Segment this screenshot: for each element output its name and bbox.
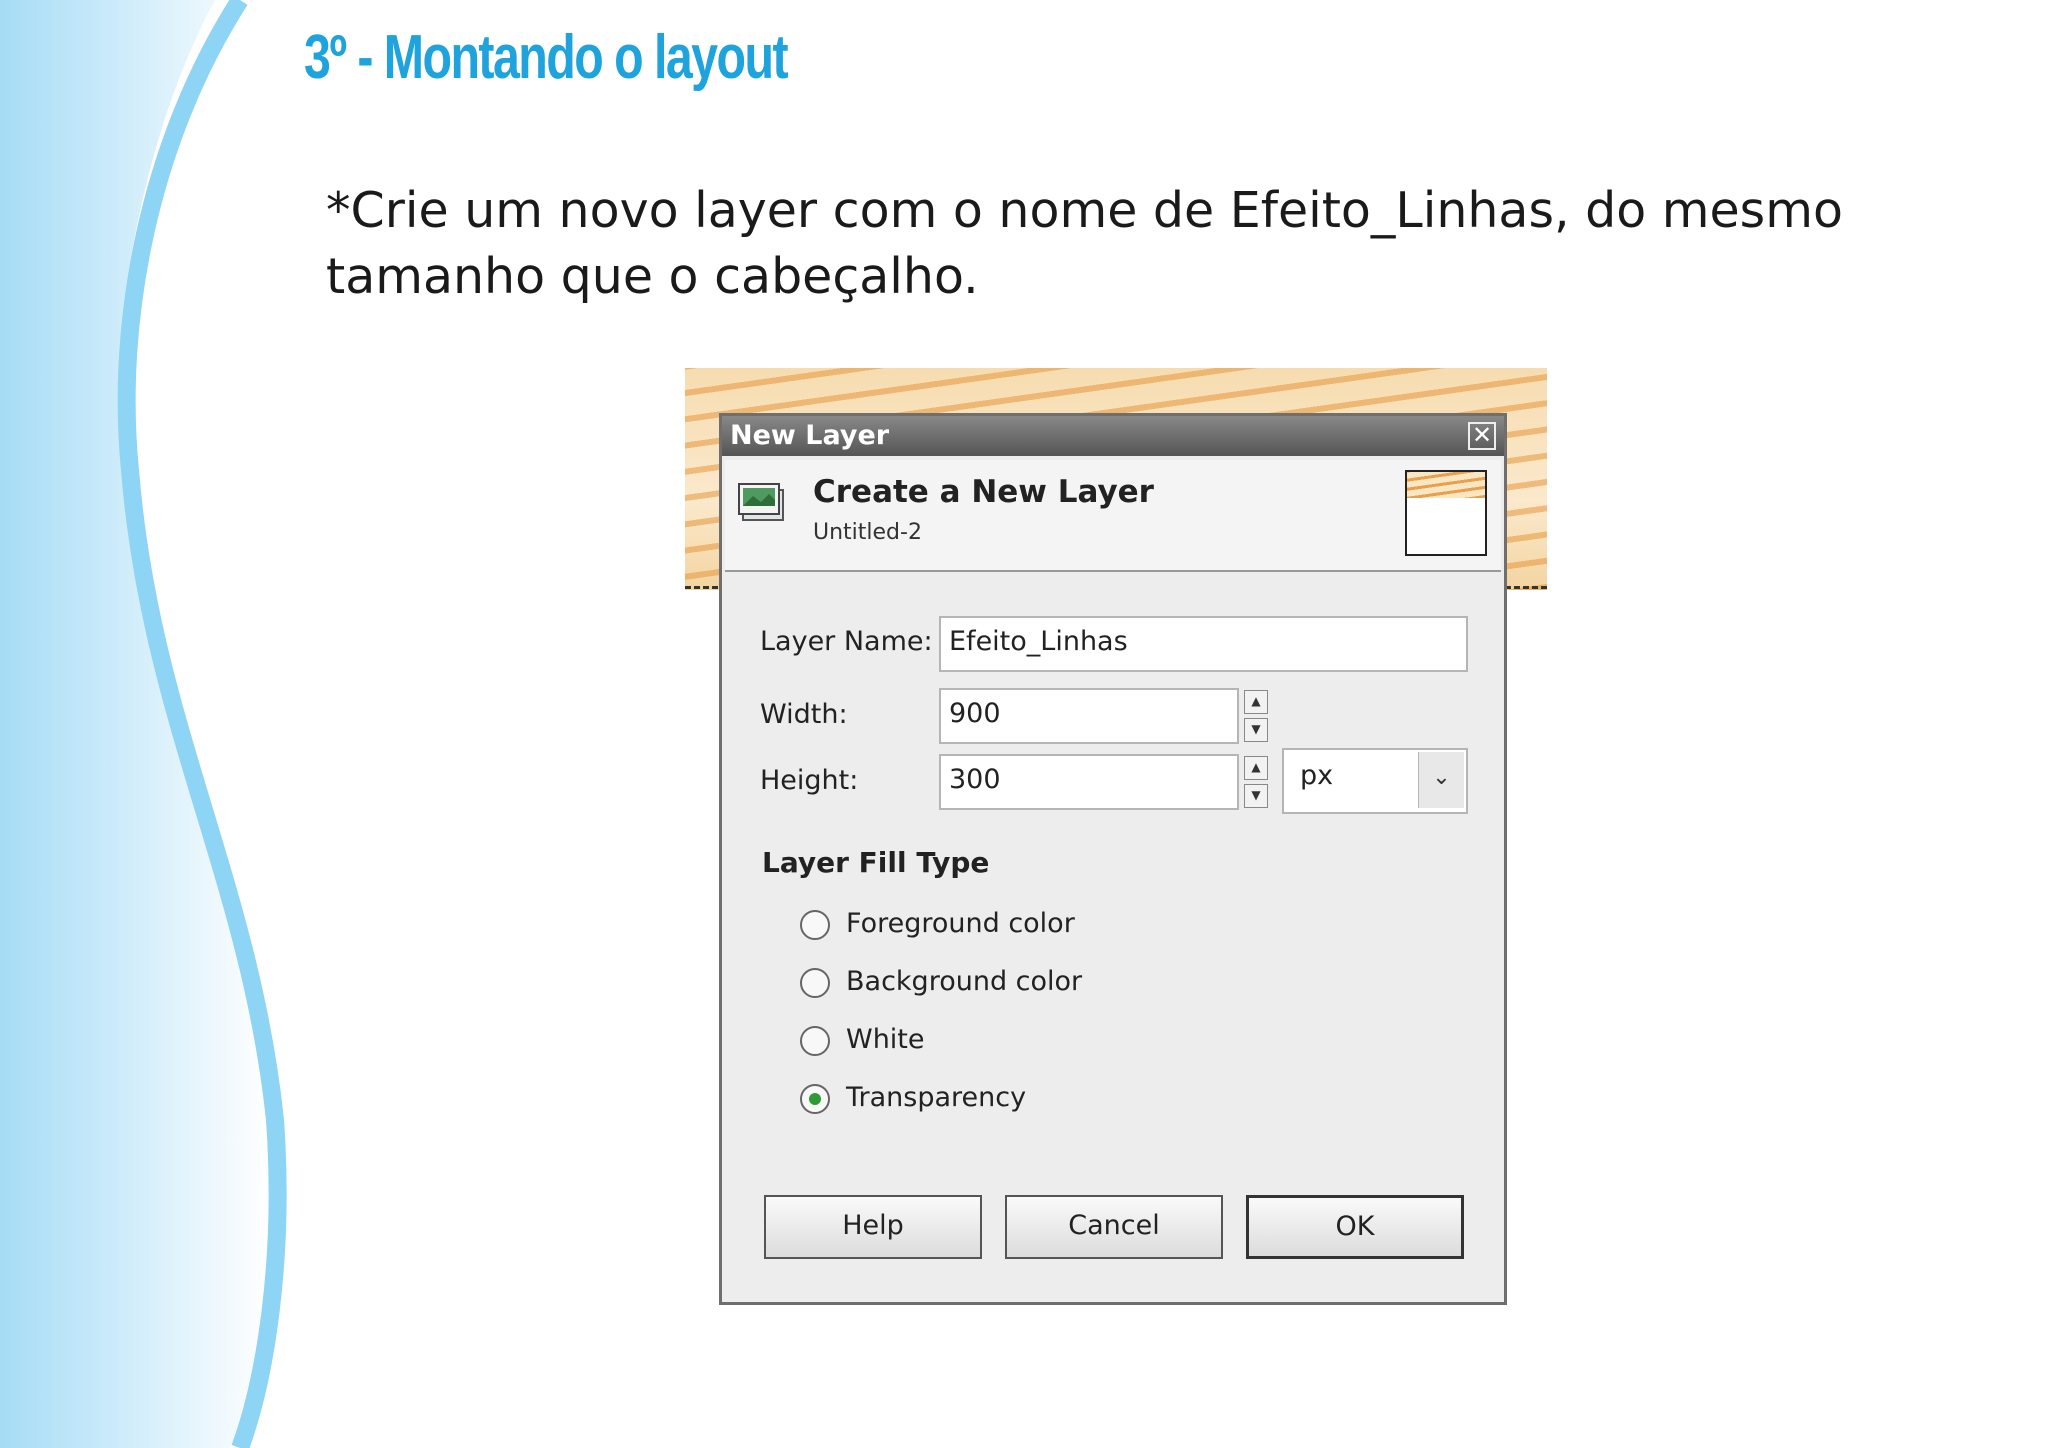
radio-label: Foreground color xyxy=(846,908,1075,939)
layer-preview-thumbnail xyxy=(1405,470,1487,556)
radio-label: Transparency xyxy=(846,1082,1027,1113)
width-label: Width: xyxy=(760,699,848,730)
layer-name-label: Layer Name: xyxy=(760,626,933,657)
spin-up-icon[interactable]: ▲ xyxy=(1244,756,1268,780)
cancel-button[interactable]: Cancel xyxy=(1005,1195,1223,1259)
layer-name-input[interactable]: Efeito_Linhas xyxy=(939,616,1468,672)
image-name: Untitled-2 xyxy=(813,520,922,545)
radio-label: White xyxy=(846,1024,925,1055)
height-spinner[interactable]: ▲ ▼ xyxy=(1244,756,1268,808)
unit-value: px xyxy=(1300,760,1334,791)
slide-title: 3º - Montando o layout xyxy=(304,23,789,92)
radio-button[interactable] xyxy=(800,1026,830,1056)
dialog-header: Create a New Layer Untitled-2 xyxy=(725,460,1501,572)
spin-up-icon[interactable]: ▲ xyxy=(1244,690,1268,714)
dialog-titlebar[interactable]: New Layer ✕ xyxy=(722,416,1504,456)
unit-select[interactable]: px ⌄ xyxy=(1282,748,1468,814)
spin-down-icon[interactable]: ▼ xyxy=(1244,784,1268,808)
height-label: Height: xyxy=(760,765,859,796)
radio-label: Background color xyxy=(846,966,1083,997)
radio-button-selected[interactable] xyxy=(800,1084,830,1114)
dialog-heading: Create a New Layer xyxy=(813,474,1154,510)
new-layer-dialog: New Layer ✕ Create a New Layer Untitled-… xyxy=(719,413,1507,1305)
width-spinner[interactable]: ▲ ▼ xyxy=(1244,690,1268,742)
help-button[interactable]: Help xyxy=(764,1195,982,1259)
dropdown-arrow-icon[interactable]: ⌄ xyxy=(1418,752,1464,808)
decorative-wave xyxy=(0,0,287,1448)
spin-down-icon[interactable]: ▼ xyxy=(1244,718,1268,742)
height-input[interactable]: 300 xyxy=(939,754,1239,810)
dialog-title: New Layer xyxy=(730,420,890,451)
ok-button[interactable]: OK xyxy=(1246,1195,1464,1259)
layer-icon xyxy=(738,483,784,521)
radio-button[interactable] xyxy=(800,968,830,998)
radio-button[interactable] xyxy=(800,910,830,940)
close-icon[interactable]: ✕ xyxy=(1468,422,1496,450)
width-input[interactable]: 900 xyxy=(939,688,1239,744)
instruction-text: *Crie um novo layer com o nome de Efeito… xyxy=(326,182,1843,305)
fill-type-heading: Layer Fill Type xyxy=(762,846,990,879)
